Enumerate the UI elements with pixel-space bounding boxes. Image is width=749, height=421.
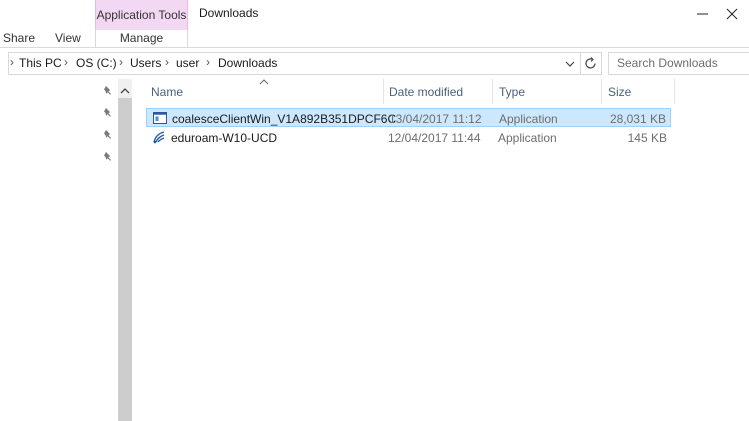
file-row-coalesce[interactable]: coalesceClientWin_V1A892B351DPCF6C 13/04…	[146, 108, 671, 127]
address-history-dropdown[interactable]	[564, 58, 576, 68]
column-header-size[interactable]: Size	[608, 85, 631, 99]
application-tools-tab-group: Application Tools	[95, 0, 188, 30]
pin-icon[interactable]	[102, 107, 114, 122]
column-header-date-modified[interactable]: Date modified	[389, 85, 463, 99]
column-header-type[interactable]: Type	[499, 85, 525, 99]
eduroam-app-icon	[153, 131, 165, 144]
ribbon-divider	[0, 47, 749, 48]
breadcrumb-user[interactable]: user	[176, 56, 199, 70]
pin-icon[interactable]	[102, 85, 114, 100]
breadcrumb-os-c[interactable]: OS (C:)	[76, 56, 117, 70]
tab-share[interactable]: Share	[3, 31, 35, 45]
breadcrumb-chevron-icon[interactable]: ›	[10, 55, 14, 69]
application-tools-label: Application Tools	[96, 8, 187, 22]
scroll-up-arrow-icon[interactable]	[120, 84, 130, 98]
file-name: coalesceClientWin_V1A892B351DPCF6C	[172, 112, 397, 126]
column-divider[interactable]	[674, 79, 675, 104]
refresh-icon	[585, 57, 596, 69]
close-button[interactable]	[712, 0, 749, 26]
minimize-icon	[697, 13, 708, 15]
tab-view[interactable]: View	[55, 31, 81, 45]
file-type: Application	[499, 112, 558, 126]
search-box[interactable]	[608, 52, 749, 75]
window-title: Downloads	[199, 6, 259, 20]
search-input[interactable]	[609, 53, 747, 72]
column-divider[interactable]	[383, 79, 384, 104]
breadcrumb-users[interactable]: Users	[130, 56, 161, 70]
sort-ascending-icon	[259, 77, 269, 87]
breadcrumb-this-pc[interactable]: This PC	[19, 56, 62, 70]
breadcrumb-chevron-icon[interactable]: ›	[165, 55, 169, 69]
close-icon	[726, 8, 738, 20]
file-row-eduroam[interactable]: eduroam-W10-UCD 12/04/2017 11:44 Applica…	[146, 128, 671, 147]
column-divider[interactable]	[492, 79, 493, 104]
pin-icon[interactable]	[102, 129, 114, 144]
breadcrumb-chevron-icon[interactable]: ›	[206, 55, 210, 69]
file-type: Application	[498, 131, 557, 145]
file-size: 145 KB	[627, 131, 667, 145]
tab-manage[interactable]: Manage	[95, 30, 188, 47]
breadcrumb-downloads[interactable]: Downloads	[218, 56, 277, 70]
column-divider[interactable]	[601, 79, 602, 104]
application-window-icon	[153, 112, 167, 124]
file-name: eduroam-W10-UCD	[171, 131, 278, 145]
file-size: 28,031 KB	[609, 112, 666, 126]
file-date-modified: 12/04/2017 11:44	[388, 131, 481, 145]
nav-scrollbar-thumb[interactable]	[118, 98, 132, 421]
tab-manage-label: Manage	[119, 31, 164, 45]
breadcrumb-chevron-icon[interactable]: ›	[119, 55, 123, 69]
breadcrumb-chevron-icon[interactable]: ›	[64, 55, 68, 69]
file-date-modified: 13/04/2017 11:12	[389, 112, 482, 126]
refresh-button[interactable]	[580, 52, 602, 75]
chevron-down-icon	[565, 61, 575, 67]
pin-icon[interactable]	[102, 151, 114, 166]
column-header-name[interactable]: Name	[151, 85, 183, 99]
